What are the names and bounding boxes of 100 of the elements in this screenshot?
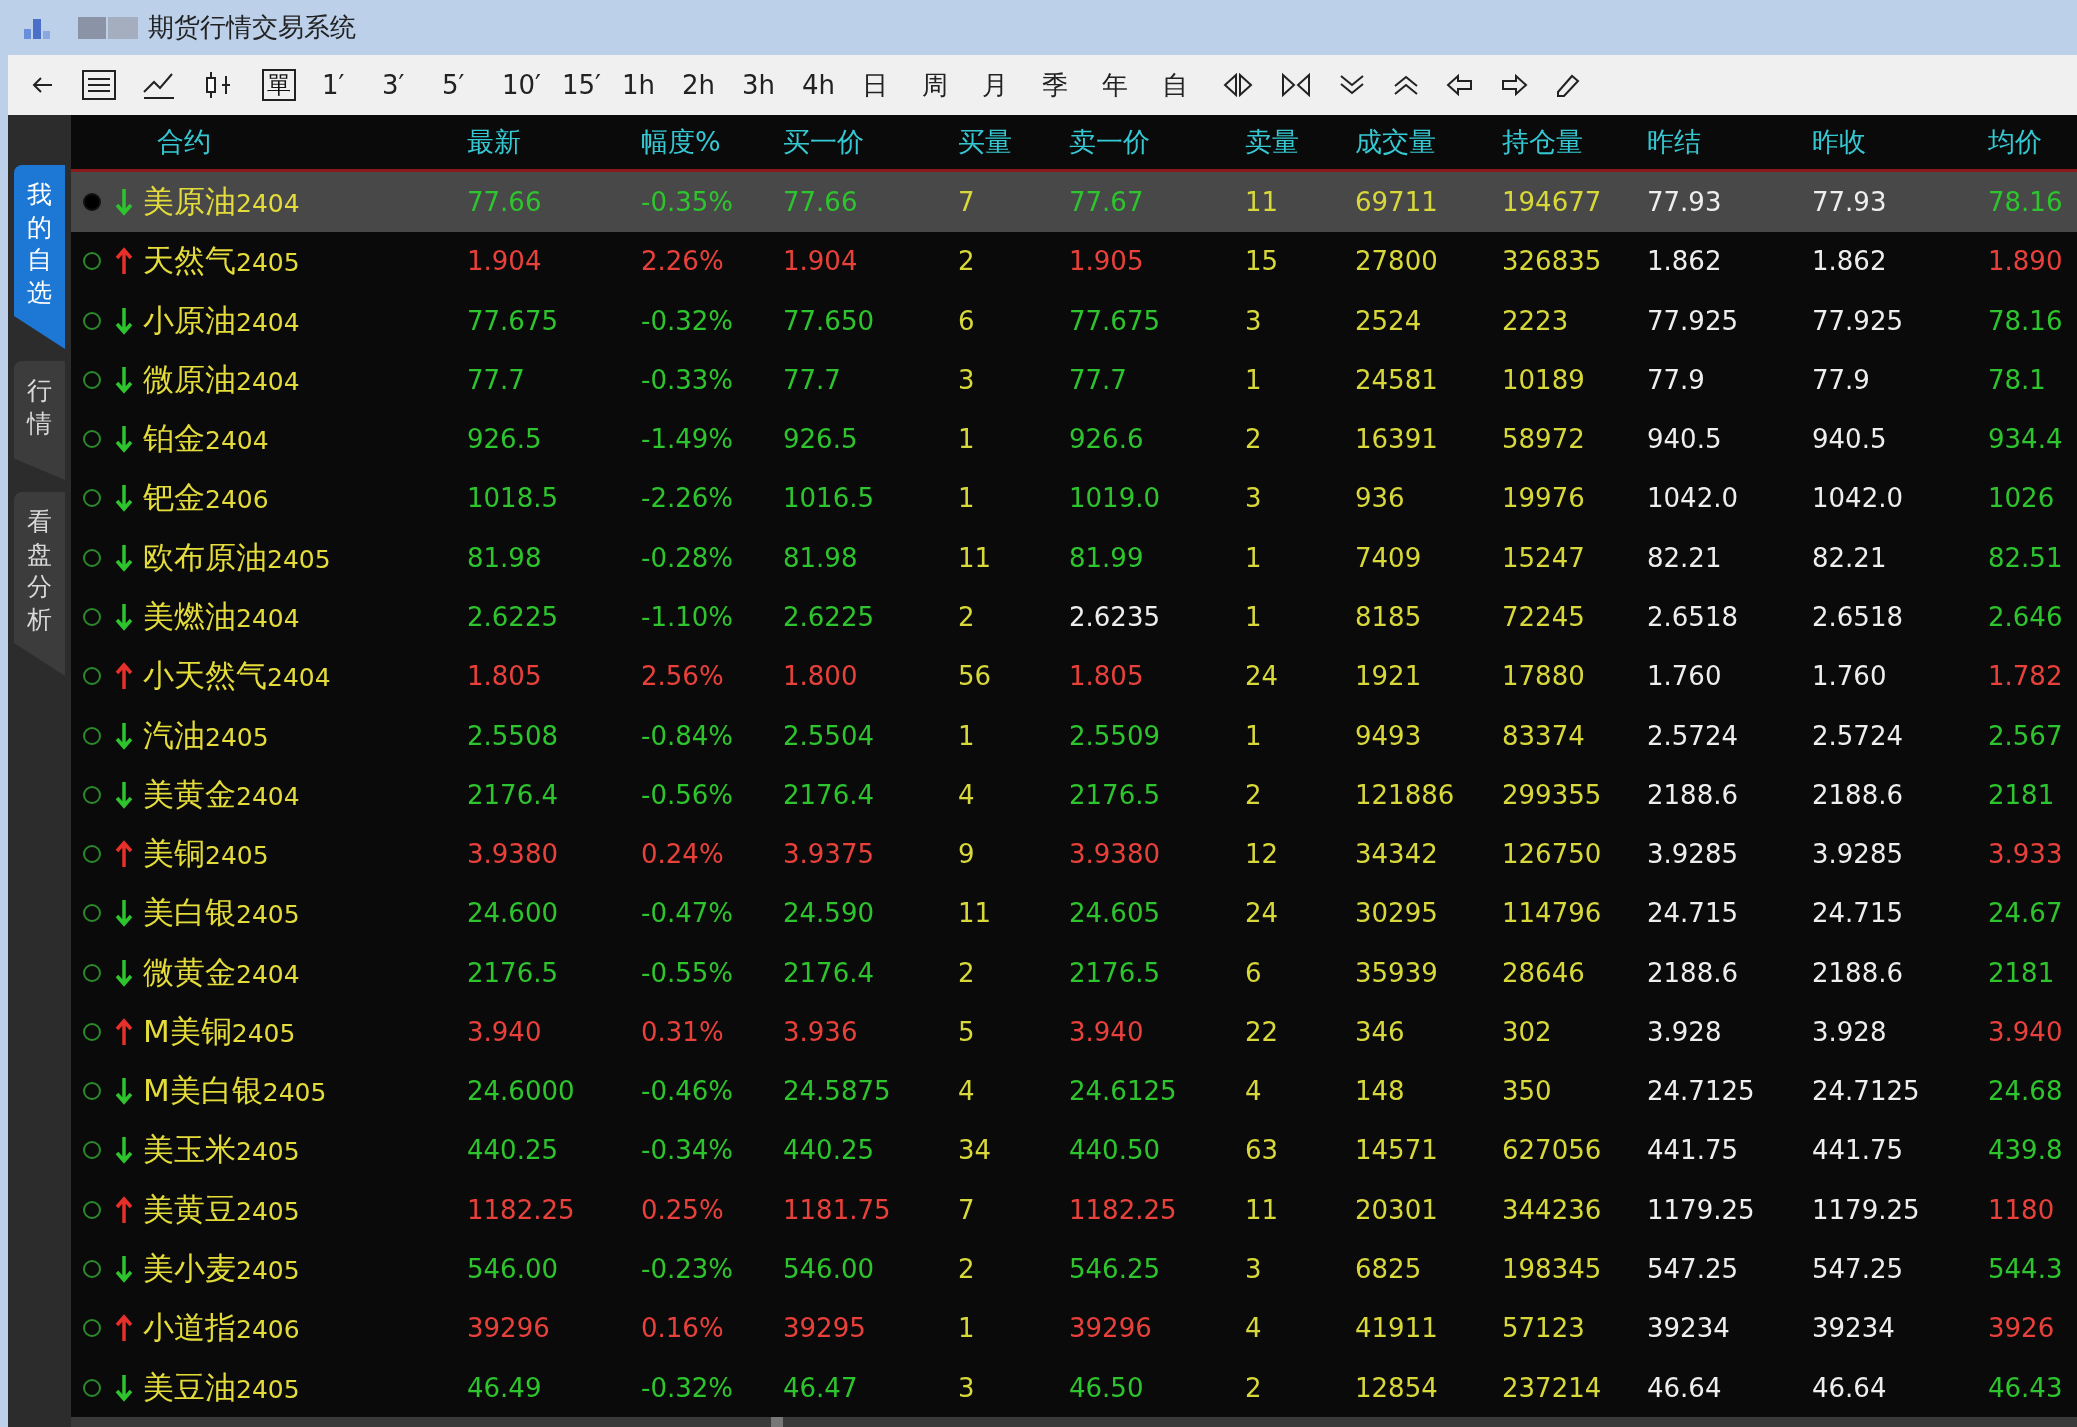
- table-cell-text: 3.940: [467, 1016, 543, 1047]
- table-cell-text: 34342: [1355, 839, 1439, 870]
- table-cell-text: 24.715: [1647, 898, 1739, 929]
- period-button[interactable]: 10′: [502, 70, 562, 100]
- row-select-dot[interactable]: [83, 548, 101, 567]
- table-cell-text: 4: [1245, 1313, 1263, 1344]
- scrollbar-thumb[interactable]: [771, 1417, 783, 1427]
- table-cell-text: 24.715: [1812, 898, 1904, 929]
- period-button[interactable]: 季: [1042, 67, 1102, 103]
- table-cell-text: 198345: [1502, 1254, 1603, 1285]
- period-button[interactable]: 月: [982, 67, 1042, 103]
- table-cell-text: 344236: [1502, 1194, 1603, 1225]
- table-cell-text: 0.25%: [641, 1194, 725, 1225]
- column-header: 昨收: [1812, 125, 1866, 160]
- row-select-dot[interactable]: [83, 370, 101, 389]
- table-cell-text: 19976: [1502, 483, 1586, 514]
- row-select-dot[interactable]: [83, 192, 101, 211]
- period-button[interactable]: 周: [922, 67, 982, 103]
- row-select-dot[interactable]: [83, 489, 101, 508]
- table-cell-text: 46.43: [1988, 1372, 2064, 1403]
- period-button[interactable]: 3h: [742, 70, 802, 100]
- contract-name: 汽油2405: [143, 715, 269, 755]
- table-cell-text: 1: [1245, 542, 1263, 573]
- pencil-icon[interactable]: [1554, 72, 1582, 98]
- table-cell-text: 24.605: [1069, 898, 1161, 929]
- side-tab[interactable]: 我的自选: [14, 165, 65, 349]
- table-cell-text: -0.47%: [641, 898, 734, 929]
- table-cell-text: 544.3: [1988, 1254, 2064, 1285]
- contract-name: 美玉米2405: [143, 1130, 300, 1170]
- row-select-dot[interactable]: [83, 1082, 101, 1101]
- table-cell-text: 1026: [1988, 483, 2056, 514]
- row-select-dot[interactable]: [83, 1022, 101, 1041]
- table-cell-text: 81.99: [1069, 542, 1145, 573]
- row-select-dot[interactable]: [83, 1260, 101, 1279]
- table-cell-text: 3.928: [1647, 1016, 1723, 1047]
- contract-name: 美白银2405: [143, 893, 300, 933]
- row-select-dot[interactable]: [83, 252, 101, 271]
- table-cell-text: 5: [958, 1016, 976, 1047]
- left-arrow-icon[interactable]: [1446, 72, 1474, 98]
- table-cell-text: 1.862: [1647, 246, 1723, 277]
- table-cell-text: 299355: [1502, 779, 1603, 810]
- table-cell-text: 24: [1245, 661, 1280, 692]
- column-header: 最新: [467, 125, 521, 160]
- row-select-dot[interactable]: [83, 1378, 101, 1397]
- table-cell-text: 2176.5: [1069, 779, 1161, 810]
- table-cell-text: 1018.5: [467, 483, 559, 514]
- row-select-dot[interactable]: [83, 904, 101, 923]
- table-cell-text: 2.5509: [1069, 720, 1161, 751]
- row-select-dot[interactable]: [83, 1141, 101, 1160]
- table-cell-text: 58972: [1502, 424, 1586, 455]
- period-button[interactable]: 1h: [622, 70, 682, 100]
- row-select-dot[interactable]: [83, 1200, 101, 1219]
- row-select-dot[interactable]: [83, 726, 101, 745]
- table-cell-text: 15: [1245, 246, 1280, 277]
- table-cell-text: 12: [1245, 839, 1280, 870]
- table-cell-text: 2.5724: [1812, 720, 1904, 751]
- row-select-dot[interactable]: [83, 845, 101, 864]
- period-button[interactable]: 15′: [562, 70, 622, 100]
- period-button[interactable]: 3′: [382, 70, 442, 100]
- converge-arrows-icon[interactable]: [1280, 72, 1312, 98]
- table-cell-text: 77.7: [783, 364, 842, 395]
- row-select-dot[interactable]: [83, 430, 101, 449]
- table-cell-text: 24.6125: [1069, 1076, 1178, 1107]
- right-arrow-icon[interactable]: [1500, 72, 1528, 98]
- table-cell-text: 7: [958, 186, 976, 217]
- table-cell-text: 440.25: [783, 1135, 875, 1166]
- side-tab[interactable]: 看盘分析: [14, 492, 65, 676]
- table-cell-text: 126750: [1502, 839, 1603, 870]
- table-cell-text: 440.25: [467, 1135, 559, 1166]
- table-cell-text: 546.00: [467, 1254, 559, 1285]
- table-cell-text: 35939: [1355, 957, 1439, 988]
- table-cell-text: -0.34%: [641, 1135, 734, 1166]
- table-cell-text: 39234: [1647, 1313, 1731, 1344]
- period-button[interactable]: 1′: [322, 70, 382, 100]
- table-cell-text: 46.64: [1812, 1372, 1888, 1403]
- table-cell-text: 77.675: [467, 305, 559, 336]
- table-cell-text: 39234: [1812, 1313, 1896, 1344]
- table-cell-text: 3.933: [1988, 839, 2064, 870]
- table-cell-text: 6: [1245, 957, 1263, 988]
- contract-name: 美豆油2405: [143, 1367, 300, 1407]
- row-select-dot[interactable]: [83, 963, 101, 982]
- row-select-dot[interactable]: [83, 1319, 101, 1338]
- table-cell-text: 77.925: [1647, 305, 1739, 336]
- period-button[interactable]: 2h: [682, 70, 742, 100]
- period-button[interactable]: 5′: [442, 70, 502, 100]
- row-select-dot[interactable]: [83, 311, 101, 330]
- row-select-dot[interactable]: [83, 785, 101, 804]
- side-tab[interactable]: 行情: [14, 361, 65, 480]
- order-button[interactable]: 單: [262, 69, 296, 101]
- table-cell-text: 302: [1502, 1016, 1553, 1047]
- table-cell-text: 46.64: [1647, 1372, 1723, 1403]
- period-button[interactable]: 日: [862, 67, 922, 103]
- split-arrows-icon[interactable]: [1222, 72, 1254, 98]
- row-select-dot[interactable]: [83, 667, 101, 686]
- list-icon[interactable]: [82, 70, 116, 100]
- period-button[interactable]: 年: [1102, 67, 1162, 103]
- period-button[interactable]: 4h: [802, 70, 862, 100]
- table-cell-text: 3: [1245, 1254, 1263, 1285]
- row-select-dot[interactable]: [83, 607, 101, 626]
- period-button[interactable]: 自: [1162, 67, 1222, 103]
